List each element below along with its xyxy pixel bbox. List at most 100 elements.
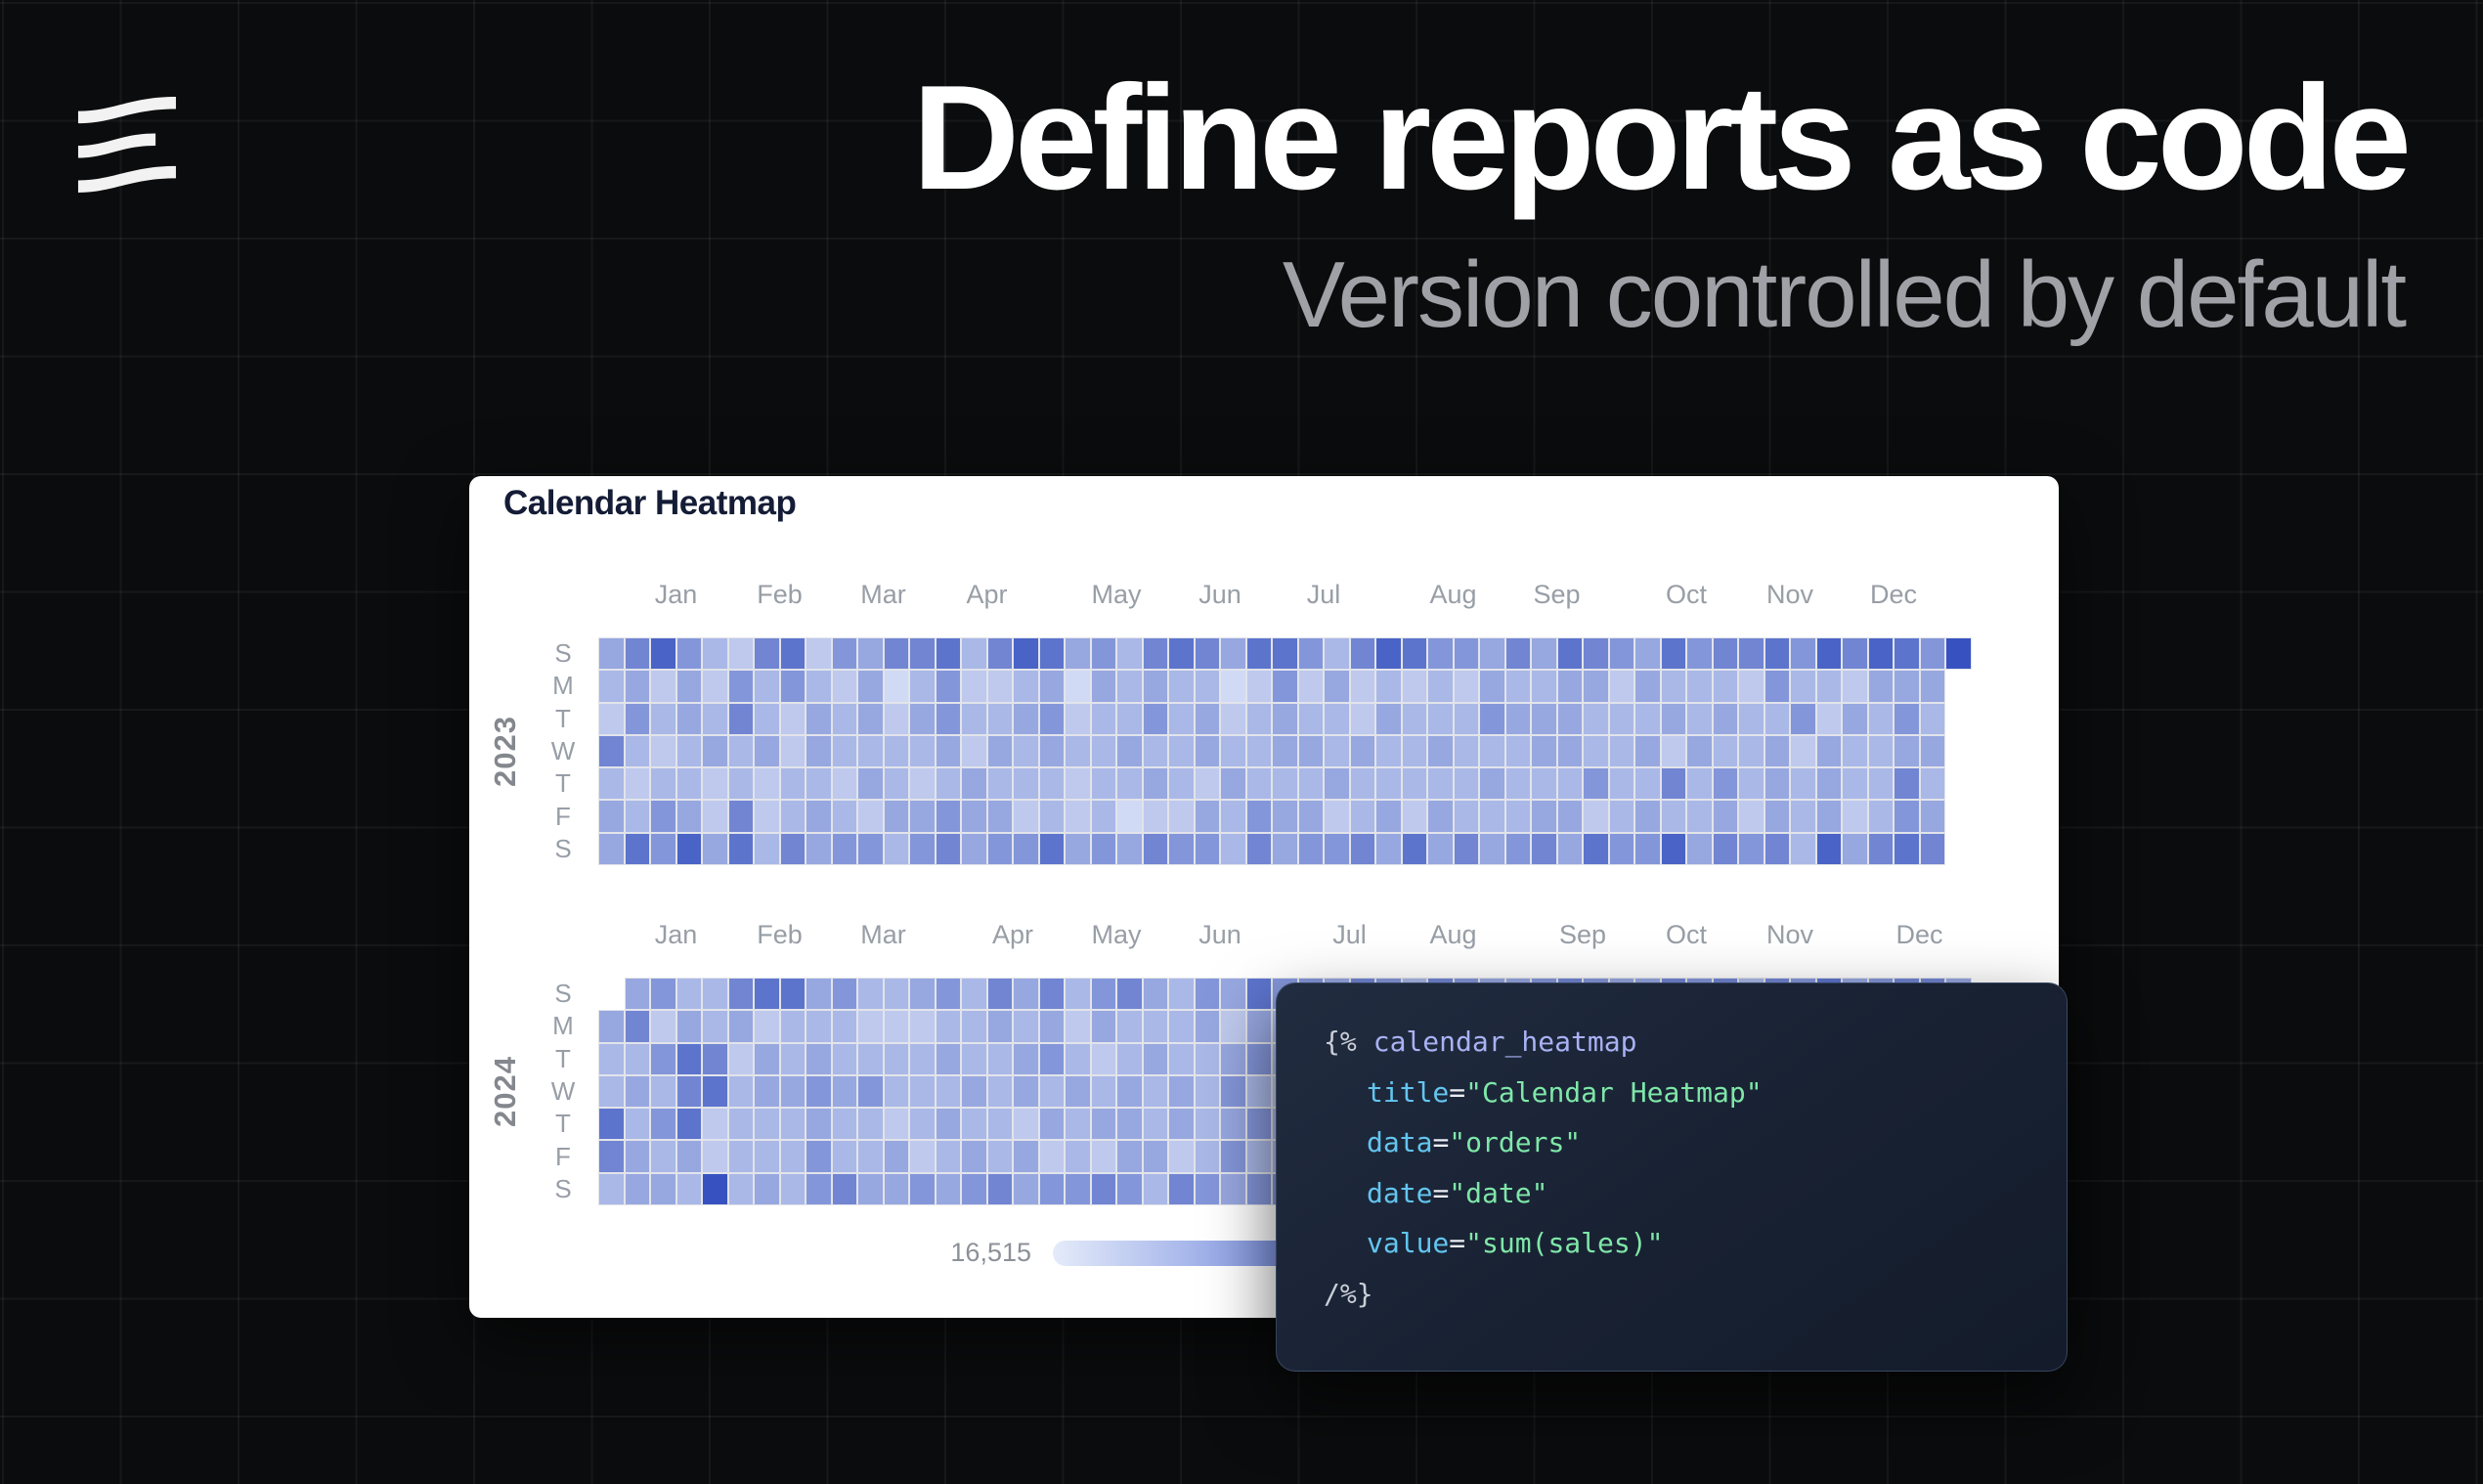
heatmap-cell — [1065, 1140, 1091, 1172]
code-line-prop-date: date="date" — [1324, 1168, 2067, 1219]
heatmap-cell — [625, 670, 651, 702]
heatmap-cell — [598, 833, 625, 865]
heatmap-cell — [832, 767, 858, 800]
heatmap-cell — [936, 703, 962, 735]
heatmap-cell — [1738, 637, 1764, 670]
heatmap-cell — [1738, 833, 1764, 865]
month-label: May — [1075, 919, 1157, 950]
heatmap-cell — [857, 637, 884, 670]
heatmap-cell — [857, 1010, 884, 1042]
heatmap-cell — [1375, 670, 1402, 702]
heatmap-cell — [625, 767, 651, 800]
heatmap-cell — [1634, 767, 1661, 800]
heatmap-cell — [1143, 1043, 1169, 1075]
heatmap-cell — [754, 1108, 780, 1140]
heatmap-cell — [1298, 767, 1325, 800]
heatmap-cell — [1013, 1140, 1039, 1172]
month-label: Sep — [1516, 579, 1598, 610]
heatmap-cell — [1920, 703, 1946, 735]
heatmap-cell — [909, 1043, 936, 1075]
month-label: Mar — [843, 919, 925, 950]
heatmap-cell — [961, 670, 987, 702]
heatmap-cell — [780, 670, 806, 702]
heatmap-cell — [1065, 1010, 1091, 1042]
heatmap-cell — [884, 767, 910, 800]
heatmap-cell — [1246, 1043, 1273, 1075]
heatmap-cell — [1764, 670, 1791, 702]
heatmap-cell — [961, 767, 987, 800]
heatmap-cell — [1557, 637, 1584, 670]
heatmap-cell — [1039, 833, 1066, 865]
heatmap-cell — [1143, 978, 1169, 1010]
heatmap-cell — [1557, 767, 1584, 800]
heatmap-cell — [909, 703, 936, 735]
heatmap-cell — [1790, 767, 1816, 800]
heatmap-cell — [1195, 1140, 1221, 1172]
heatmap-cell — [1298, 637, 1325, 670]
heatmap-cell — [702, 703, 728, 735]
heatmap-cell — [754, 1075, 780, 1108]
heatmap-cell — [625, 1108, 651, 1140]
heatmap-cell — [702, 670, 728, 702]
year-label: 2024 — [489, 978, 522, 1205]
heatmap-cell — [650, 1075, 676, 1108]
heatmap-cell — [1039, 978, 1066, 1010]
month-label: Dec — [1879, 919, 1961, 950]
heatmap-cell — [625, 1075, 651, 1108]
heatmap-cell — [1427, 703, 1454, 735]
heatmap-cell — [936, 1173, 962, 1205]
heatmap-cell — [806, 637, 832, 670]
heatmap-cell — [1894, 637, 1920, 670]
heatmap-cell — [1272, 637, 1298, 670]
heatmap-cell — [1272, 833, 1298, 865]
heatmap-cell — [1738, 703, 1764, 735]
heatmap-cell — [857, 1108, 884, 1140]
heatmap-cell — [857, 767, 884, 800]
heatmap-cell — [1168, 1173, 1195, 1205]
heatmap-cell — [650, 703, 676, 735]
heatmap-cell — [1065, 1075, 1091, 1108]
heatmap-cell — [676, 1043, 703, 1075]
heatmap-cell — [1195, 978, 1221, 1010]
heatmap-cell — [1634, 800, 1661, 832]
heatmap-cell — [1764, 800, 1791, 832]
heatmap-cell — [1246, 978, 1273, 1010]
heatmap-cell — [1091, 833, 1117, 865]
heatmap-cell — [1091, 1043, 1117, 1075]
heatmap-cell — [728, 1140, 755, 1172]
heatmap-cell — [1402, 703, 1428, 735]
heatmap-cell — [909, 833, 936, 865]
heatmap-cell — [780, 767, 806, 800]
heatmap-cell — [1168, 1043, 1195, 1075]
heatmap-cell — [1764, 767, 1791, 800]
heatmap-cell — [754, 1010, 780, 1042]
month-label: Dec — [1852, 579, 1935, 610]
heatmap-cell — [650, 767, 676, 800]
heatmap-cell — [1583, 735, 1609, 767]
heatmap-cell — [909, 735, 936, 767]
heatmap-cell — [806, 1043, 832, 1075]
heatmap-cell — [884, 978, 910, 1010]
heatmap-cell — [598, 767, 625, 800]
heatmap-cell — [1842, 703, 1868, 735]
heatmap-cell — [1713, 735, 1739, 767]
heatmap-cell — [1609, 833, 1635, 865]
heatmap-cell — [1272, 800, 1298, 832]
heatmap-cell — [1091, 670, 1117, 702]
heatmap-cell — [1013, 978, 1039, 1010]
heatmap-cell — [987, 1140, 1014, 1172]
heatmap-cell — [1220, 1043, 1246, 1075]
heatmap-cell — [936, 800, 962, 832]
heatmap-cell — [754, 670, 780, 702]
heatmap-cell — [1246, 767, 1273, 800]
heatmap-cell — [1272, 703, 1298, 735]
heatmap-cell — [1246, 1173, 1273, 1205]
heatmap-cell — [1350, 735, 1376, 767]
heatmap-cell — [857, 703, 884, 735]
heatmap-cell — [780, 978, 806, 1010]
heatmap-cell — [1039, 1043, 1066, 1075]
day-label: T — [544, 767, 583, 800]
heatmap-cell — [728, 978, 755, 1010]
heatmap-cell — [1168, 703, 1195, 735]
heatmap-cell — [1790, 735, 1816, 767]
